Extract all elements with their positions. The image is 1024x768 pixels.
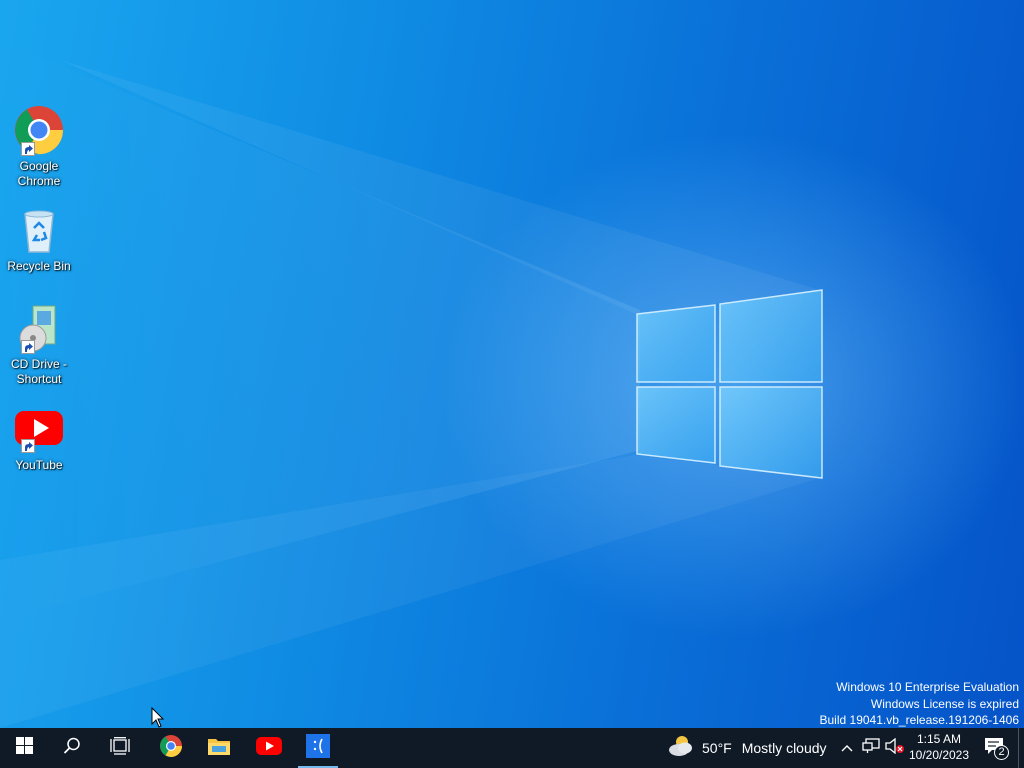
youtube-icon xyxy=(13,403,65,455)
volume-button[interactable] xyxy=(884,728,906,768)
watermark-license: Windows License is expired xyxy=(870,696,1019,711)
shortcut-arrow-icon xyxy=(21,340,35,354)
weather-widget[interactable]: 50°F Mostly cloudy xyxy=(668,728,827,768)
clock-time: 1:15 AM xyxy=(916,732,962,746)
windows-logo-icon xyxy=(15,737,33,759)
watermark-edition: Windows 10 Enterprise Evaluation xyxy=(836,680,1019,694)
desktop-icon-youtube[interactable]: YouTube xyxy=(4,403,74,473)
desktop-wallpaper xyxy=(0,0,1024,728)
volume-muted-icon xyxy=(885,737,905,759)
network-button[interactable] xyxy=(860,728,882,768)
activation-watermark: Windows 10 Enterprise Evaluation Windows… xyxy=(820,679,1020,729)
weather-condition: Mostly cloudy xyxy=(741,740,827,756)
network-icon xyxy=(862,737,880,759)
notification-count-badge: 2 xyxy=(994,745,1009,760)
chevron-up-icon xyxy=(841,739,853,757)
action-center-button[interactable]: 2 xyxy=(976,728,1016,768)
sad-face-icon xyxy=(306,733,330,763)
show-desktop-button[interactable] xyxy=(1018,728,1024,768)
watermark-build: Build 19041.vb_release.191206-1406 xyxy=(819,713,1020,727)
chrome-icon xyxy=(13,104,65,156)
search-icon xyxy=(63,737,81,760)
shortcut-arrow-icon xyxy=(21,142,35,156)
desktop-icon-label: YouTube xyxy=(15,458,63,472)
taskbar-clock[interactable]: 1:15 AM 10/20/2023 xyxy=(904,731,974,763)
clock-date: 10/20/2023 xyxy=(908,748,970,762)
desktop-icon-label: Google Chrome xyxy=(17,159,61,188)
task-view-button[interactable] xyxy=(96,728,144,768)
notification-icon: 2 xyxy=(984,737,1009,760)
wallpaper-light-beams xyxy=(0,40,823,728)
chrome-taskbar-button[interactable] xyxy=(147,728,195,768)
search-button[interactable] xyxy=(48,728,96,768)
shortcut-arrow-icon xyxy=(21,439,35,453)
recycle-bin-icon xyxy=(13,204,65,256)
start-button[interactable] xyxy=(0,728,48,768)
youtube-taskbar-button[interactable] xyxy=(245,728,293,768)
cd-drive-icon xyxy=(13,302,65,354)
desktop-icon-label: CD Drive - Shortcut xyxy=(11,357,67,386)
folder-icon xyxy=(207,736,231,761)
windows-logo-wallpaper xyxy=(636,289,823,479)
taskbar: 50°F Mostly cloudy 1:15 AM 10/20/2023 2 xyxy=(0,728,1024,768)
task-view-icon xyxy=(110,736,130,760)
app-taskbar-button[interactable] xyxy=(294,728,342,768)
chrome-icon xyxy=(159,734,183,763)
weather-temperature: 50°F xyxy=(702,740,732,756)
youtube-icon xyxy=(256,736,282,760)
desktop-icon-label: Recycle Bin xyxy=(7,259,71,273)
desktop-icon-google-chrome[interactable]: Google Chrome xyxy=(4,104,74,189)
show-hidden-icons-button[interactable] xyxy=(838,728,856,768)
desktop-icon-cd-drive-shortcut[interactable]: CD Drive - Shortcut xyxy=(4,302,74,387)
file-explorer-button[interactable] xyxy=(195,728,243,768)
desktop-icon-recycle-bin[interactable]: Recycle Bin xyxy=(4,204,74,274)
partly-cloudy-moon-icon xyxy=(668,734,694,763)
